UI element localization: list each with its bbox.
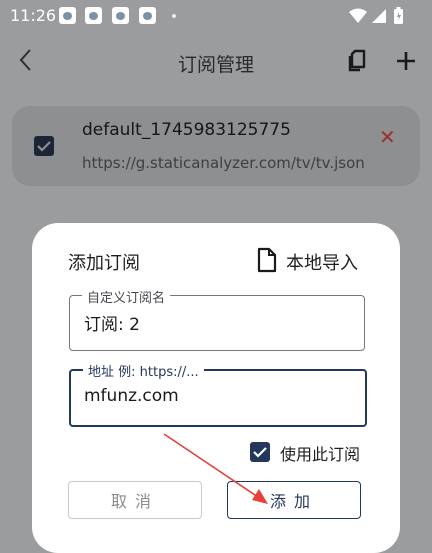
annotation-arrow — [163, 433, 268, 504]
